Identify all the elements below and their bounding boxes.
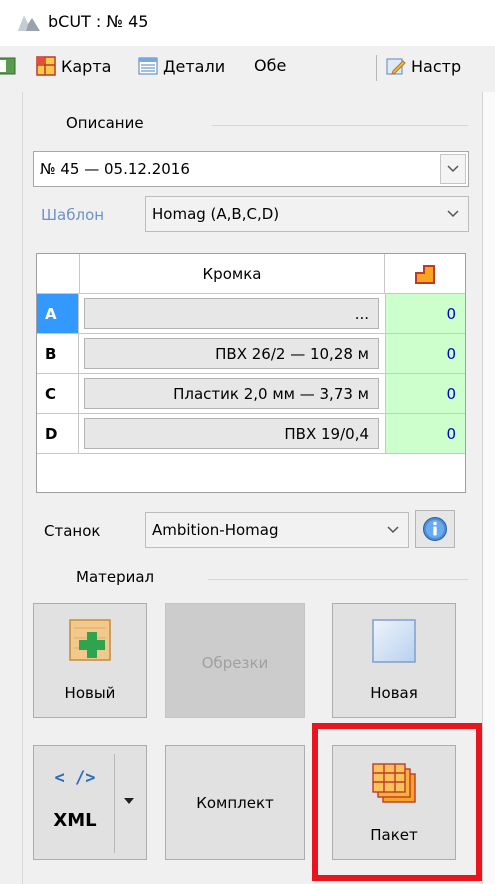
xml-label: XML	[53, 810, 97, 831]
kit-button[interactable]: Комплект	[165, 745, 305, 860]
chevron-down-icon	[447, 165, 459, 173]
edge-count-b[interactable]: 0	[385, 334, 465, 373]
row-key-d: D	[37, 414, 79, 453]
row-key-b: B	[37, 334, 79, 373]
table-row[interactable]: A ... 0	[37, 294, 465, 334]
toolbar-karta-label: Карта	[61, 56, 112, 76]
toolbar-detali-label: Детали	[163, 56, 226, 76]
toolbar-nastr-label: Настр	[411, 56, 462, 76]
offcuts-button[interactable]: Обрезки	[165, 603, 305, 718]
table-corner-cell	[37, 254, 80, 294]
new-sheet-icon	[372, 619, 416, 663]
material-group-label: Материал	[76, 568, 155, 586]
row-key-a: A	[37, 294, 79, 333]
edge-field-b[interactable]: ПВХ 26/2 — 10,28 м	[84, 338, 379, 369]
parts-list-icon	[138, 57, 158, 75]
edge-count-d[interactable]: 0	[385, 414, 465, 453]
description-group-label: Описание	[66, 114, 144, 132]
description-dropdown-button[interactable]	[440, 154, 466, 184]
xml-code-icon: < />	[54, 768, 96, 788]
toolbar-obe-label: Обе	[254, 56, 287, 75]
toolbar-separator	[376, 55, 377, 81]
template-combo[interactable]: Homag (A,B,C,D)	[145, 196, 469, 232]
dropdown-arrow-icon[interactable]	[124, 798, 134, 804]
toolbar-karta-button[interactable]: Карта	[36, 56, 111, 76]
table-row[interactable]: D ПВХ 19/0,4 0	[37, 414, 465, 454]
split-divider	[114, 754, 115, 853]
app-logo-icon	[18, 16, 40, 31]
machine-combo[interactable]: Ambition-Homag	[145, 512, 409, 548]
material-group-line	[208, 579, 468, 580]
xml-export-button[interactable]: < /> XML	[33, 745, 147, 860]
machine-label: Станок	[44, 522, 101, 540]
cut-map-icon	[36, 56, 56, 76]
panel-toggle-icon	[0, 57, 16, 75]
table-row[interactable]: C Пластик 2,0 мм — 3,73 м 0	[37, 374, 465, 414]
toolbar-nastr-button[interactable]: Настр	[386, 56, 461, 76]
edge-table: Кромка A ... 0 B ПВХ 26/2 — 10,28 м 0 C …	[36, 253, 466, 493]
machine-info-button[interactable]	[415, 510, 455, 548]
info-icon	[423, 517, 447, 541]
toolbar-detali-button[interactable]: Детали	[138, 56, 225, 76]
new-material-label: Новый	[64, 684, 116, 702]
description-group-line	[212, 125, 468, 126]
new-material-button[interactable]: Новый	[33, 603, 147, 718]
description-value: № 45 — 05.12.2016	[40, 160, 190, 178]
edge-count-header	[385, 254, 465, 294]
template-value: Homag (A,B,C,D)	[152, 205, 280, 223]
kit-label: Комплект	[196, 794, 274, 812]
row-key-c: C	[37, 374, 79, 413]
toolbar: Карта Детали Обе Настр	[0, 46, 495, 90]
window-title: bCUT : № 45	[48, 12, 149, 31]
toolbar-obe-button[interactable]: Обе	[254, 56, 286, 75]
offcuts-label: Обрезки	[201, 654, 269, 672]
machine-value: Ambition-Homag	[152, 521, 279, 539]
table-row[interactable]: B ПВХ 26/2 — 10,28 м 0	[37, 334, 465, 374]
description-combo[interactable]: № 45 — 05.12.2016	[33, 151, 469, 187]
machine-dropdown-button[interactable]	[380, 515, 406, 545]
edge-count-a[interactable]: 0	[385, 294, 465, 333]
highlight-frame	[312, 723, 482, 881]
edge-count-c[interactable]: 0	[385, 374, 465, 413]
chevron-down-icon	[447, 210, 459, 218]
toolbar-back-button[interactable]	[0, 56, 16, 76]
chevron-down-icon	[387, 526, 399, 534]
new-material-icon	[69, 619, 111, 661]
edge-thickness-icon	[415, 264, 435, 284]
template-label: Шаблон	[41, 206, 105, 224]
edge-field-c[interactable]: Пластик 2,0 мм — 3,73 м	[84, 378, 379, 409]
settings-edit-icon	[386, 58, 406, 75]
template-dropdown-button[interactable]	[440, 199, 466, 229]
new-sheet-button[interactable]: Новая	[332, 603, 456, 718]
new-sheet-label: Новая	[370, 684, 418, 702]
edge-column-header: Кромка	[80, 254, 385, 294]
edge-field-d[interactable]: ПВХ 19/0,4	[84, 418, 379, 449]
right-pane-edge	[482, 92, 495, 884]
edge-field-a[interactable]: ...	[84, 298, 379, 329]
